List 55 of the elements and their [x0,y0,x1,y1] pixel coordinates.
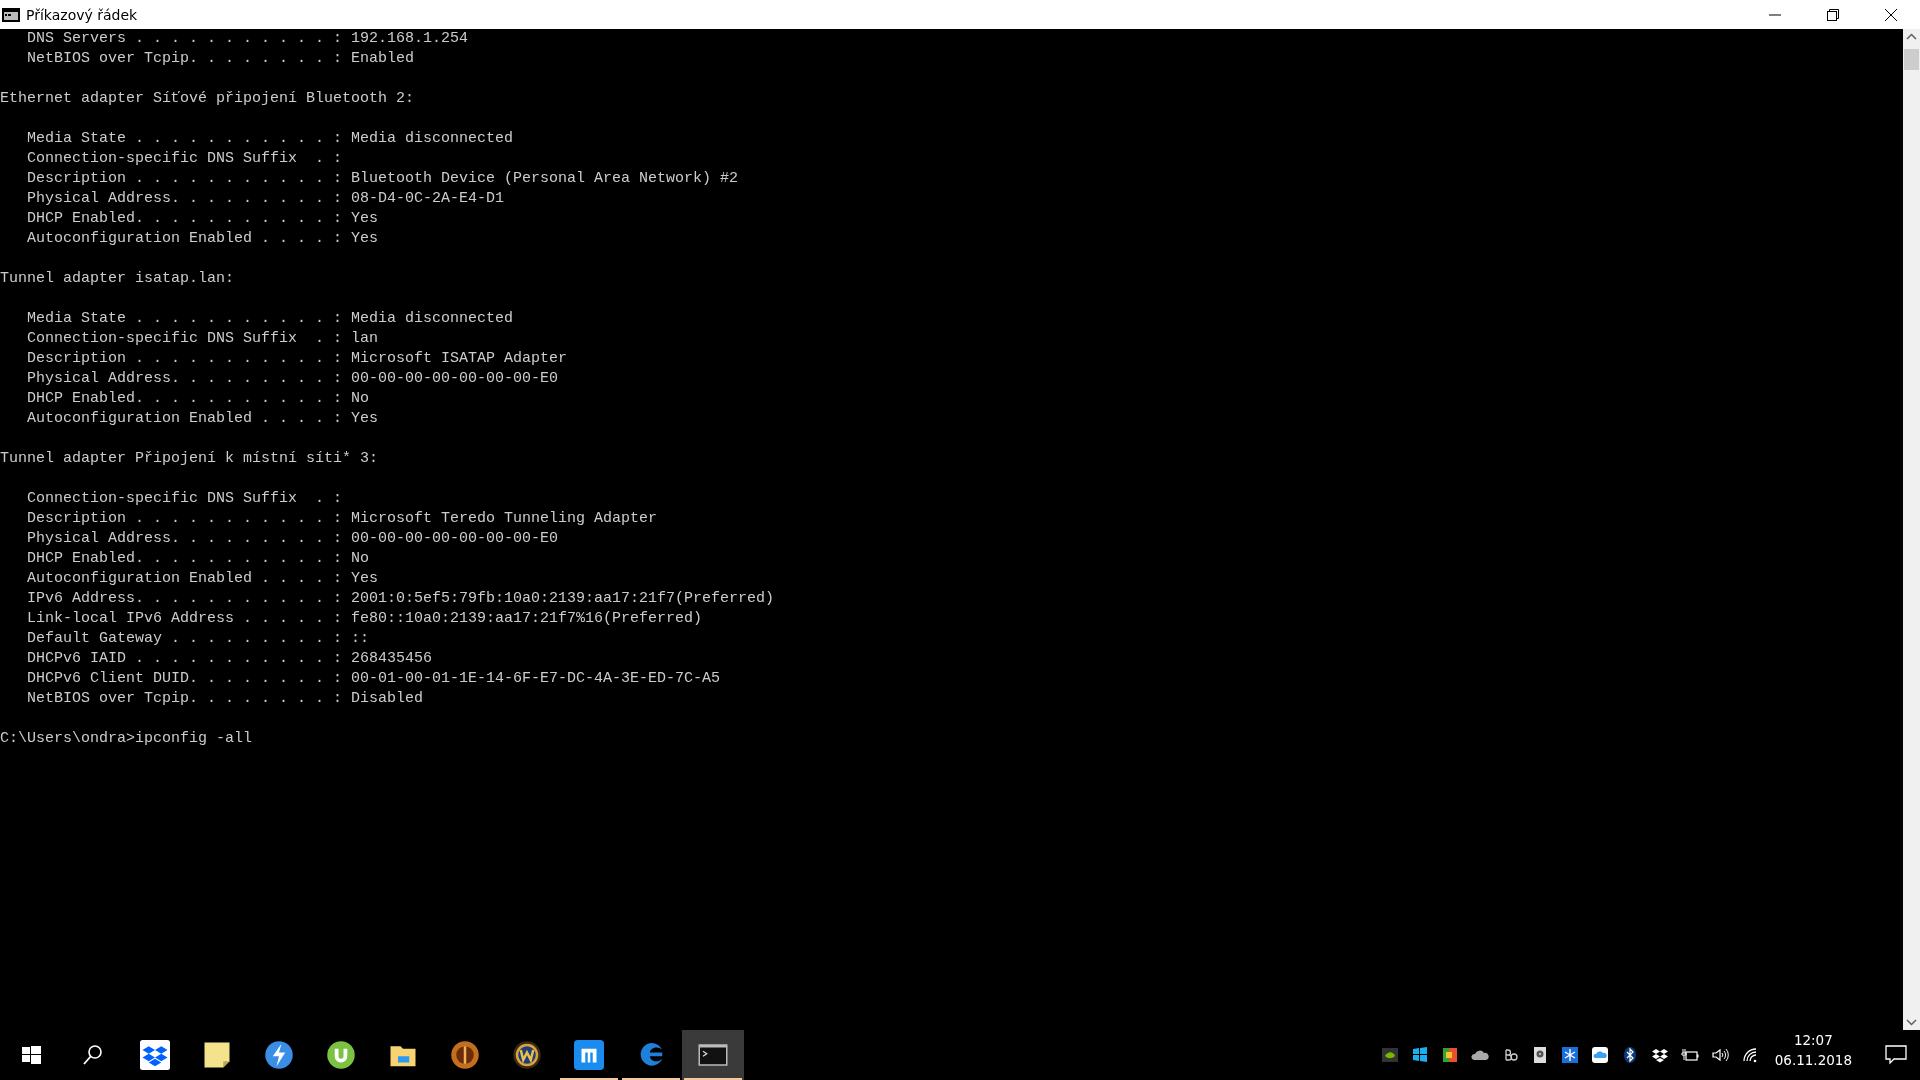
box-icon [140,1040,170,1070]
console-line: Physical Address. . . . . . . . . : 00-00-00-00-00-00-00-E0 [26,369,559,389]
console-line: Media State . . . . . . . . . . . : Media disconnected [26,309,514,329]
note-icon [202,1040,232,1070]
console-line: Tunnel adapter isatap.lan: [0,269,235,289]
clock[interactable]: 12:07 06.11.2018 [1774,1030,1852,1080]
shield-icon[interactable] [1440,1046,1459,1064]
emblem-icon [450,1040,480,1070]
console-line: DHCPv6 IAID . . . . . . . . . . . : 268435456 [26,649,433,669]
battery-icon[interactable] [1680,1046,1699,1064]
console-line: Autoconfiguration Enabled . . . . : Yes [26,229,379,249]
lightning-icon [264,1040,294,1070]
snowflake-icon[interactable] [1560,1046,1579,1064]
scroll-thumb[interactable] [1904,49,1919,70]
console-icon [2,7,20,22]
taskbar-button[interactable] [682,1030,744,1080]
console-line: DHCP Enabled. . . . . . . . . . . : No [26,389,370,409]
console-line: Autoconfiguration Enabled . . . . : Yes [26,409,379,429]
box-icon[interactable] [1650,1046,1669,1064]
close-icon [1885,8,1897,21]
console-line: Link-local IPv6 Address . . . . . : fe80::10a0:2139:aa17:21f7%16(Preferred) [26,609,703,629]
console-line: NetBIOS over Tcpip. . . . . . . . : Enabled [26,49,415,69]
torrent-icon [326,1040,356,1070]
speaker-icon[interactable] [1710,1046,1729,1064]
window-title: Příkazový řádek [26,6,139,23]
console-line: Ethernet adapter Síťové připojení Bluetooth 2: [0,89,415,109]
console-line: Autoconfiguration Enabled . . . . : Yes [26,569,379,589]
console-line: Connection-specific DNS Suffix . : [26,149,343,169]
speech-bubble-icon [1885,1045,1907,1065]
cloud-icon[interactable] [1590,1046,1609,1064]
console-line: Physical Address. . . . . . . . . : 08-D4-0C-2A-E4-D1 [26,189,505,209]
emblem-icon [512,1040,542,1070]
console-line: DHCPv6 Client DUID. . . . . . . . : 00-01-00-01-1E-14-6F-E7-DC-4A-3E-ED-7C-A5 [26,669,721,689]
console-line: Description . . . . . . . . . . . : Microsoft Teredo Tunneling Adapter [26,509,658,529]
console-line: Description . . . . . . . . . . . : Bluetooth Device (Personal Area Network) #2 [26,169,739,189]
windows-logo-icon[interactable] [1410,1046,1429,1064]
console-line: DHCP Enabled. . . . . . . . . . . : No [26,549,370,569]
console-line: Connection-specific DNS Suffix . : [26,489,343,509]
gpu-icon[interactable] [1380,1046,1399,1064]
console-line: Media State . . . . . . . . . . . : Media disconnected [26,129,514,149]
console-line: Physical Address. . . . . . . . . : 00-00-00-00-00-00-00-E0 [26,529,559,549]
console-line: DHCP Enabled. . . . . . . . . . . : Yes [26,209,379,229]
wifi-icon[interactable] [1740,1046,1759,1064]
console-line: DNS Servers . . . . . . . . . . . : 192.168.1.254 [26,29,469,49]
search-icon [81,1043,105,1067]
console-line: Default Gateway . . . . . . . . . : :: [26,629,370,649]
console-line: Connection-specific DNS Suffix . : lan [26,329,379,349]
windows-logo-icon [19,1043,43,1067]
console-line: Description . . . . . . . . . . . : Microsoft ISATAP Adapter [26,349,568,369]
restore-icon [1827,8,1839,21]
maxthon-icon [574,1040,604,1070]
console-line: NetBIOS over Tcpip. . . . . . . . : Disabled [26,689,424,709]
console-line: C:\Users\ondra>ipconfig -all [0,729,253,749]
console-line: IPv6 Address. . . . . . . . . . . : 2001:0:5ef5:79fb:10a0:2139:aa17:21f7(Preferred) [26,589,775,609]
console-line: Tunnel adapter Připojení k místní síti* 3: [0,449,379,469]
